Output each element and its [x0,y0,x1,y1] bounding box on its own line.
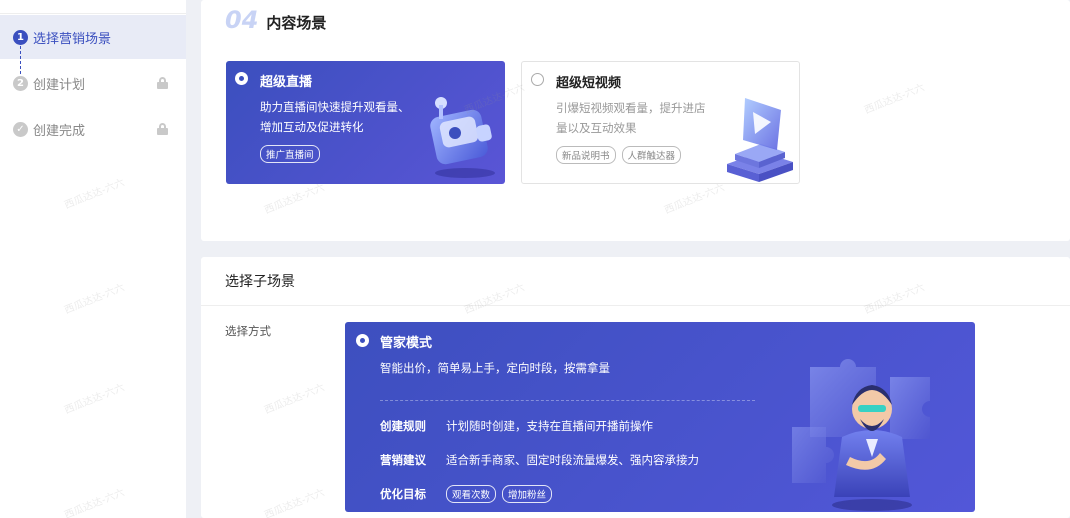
step-label: 创建计划 [33,77,86,93]
sub-scene-panel: 选择子场景 选择方式 管家模式 智能出价，简单易上手，定向时段，按需拿量 创建规… [201,257,1070,518]
section-number: 04 [225,6,259,34]
card-title: 超级短视频 [556,76,622,91]
step-number-1: 1 [13,29,28,45]
row-key: 创建规则 [380,419,426,433]
field-label: 选择方式 [225,324,271,338]
dashed-divider [380,400,755,401]
check-circle-icon: ✓ [13,121,28,137]
divider [201,305,1070,306]
mode-row-marketing-advice: 营销建议 适合新手商家、固定时段流量爆发、强内容承接力 [380,452,699,468]
tag: 新品说明书 [556,146,616,164]
step-label: 创建完成 [33,123,86,139]
radio-unselected[interactable] [531,73,544,86]
mode-row-create-rule: 创建规则 计划随时创建，支持在直播间开播前操作 [380,418,653,434]
row-key: 营销建议 [380,453,426,467]
card-tags: 新品说明书 人群触达器 [556,146,682,164]
sub-scene-title: 选择子场景 [225,274,295,290]
section-title: 内容场景 [266,14,327,32]
sidebar: 1 选择营销场景 2 创建计划 ✓ 创建完成 [0,0,186,518]
tag: 增加粉丝 [502,485,553,503]
step-create-plan: 2 创建计划 [0,61,186,105]
row-value: 适合新手商家、固定时段流量爆发、强内容承接力 [446,453,699,467]
video-play-icon [727,98,793,182]
mode-title: 管家模式 [380,336,433,351]
butler-character-icon [792,359,930,511]
scene-card-super-live[interactable]: 超级直播 助力直播间快速提升观看量、增加互动及促进转化 推广直播间 [226,61,505,184]
radio-selected[interactable] [356,334,369,347]
tag: 推广直播间 [260,145,320,163]
card-description: 引爆短视频观看量，提升进店量以及互动效果 [556,101,706,135]
lock-icon [157,123,168,135]
radio-selected[interactable] [235,72,248,85]
step-complete: ✓ 创建完成 [0,107,186,151]
step-select-scene[interactable]: 1 选择营销场景 [0,15,186,59]
lock-icon [157,77,168,89]
row-key: 优化目标 [380,487,426,501]
card-title: 超级直播 [260,75,313,90]
section-header: 04 内容场景 [225,6,326,34]
mode-description: 智能出价，简单易上手，定向时段，按需拿量 [380,361,610,375]
tag: 观看次数 [446,485,497,503]
tag: 人群触达器 [621,146,682,164]
live-camera-icon [430,97,495,178]
step-number-2: 2 [13,75,28,91]
scene-card-super-short-video[interactable]: 超级短视频 引爆短视频观看量，提升进店量以及互动效果 新品说明书 人群触达器 [521,61,800,184]
card-description: 助力直播间快速提升观看量、增加互动及促进转化 [260,100,410,134]
card-tags: 推广直播间 [260,145,320,163]
sidebar-top-edge [0,0,186,14]
mode-card-manager[interactable]: 管家模式 智能出价，简单易上手，定向时段，按需拿量 创建规则 计划随时创建，支持… [345,322,975,512]
row-value: 计划随时创建，支持在直播间开播前操作 [446,419,653,433]
content-scene-panel: 04 内容场景 超级直播 助力直播间快速提升观看量、增加互动及促进转化 推广直播… [201,0,1070,241]
step-label: 选择营销场景 [33,31,112,47]
mode-row-optimization-goal: 优化目标 观看次数 增加粉丝 [380,485,558,503]
